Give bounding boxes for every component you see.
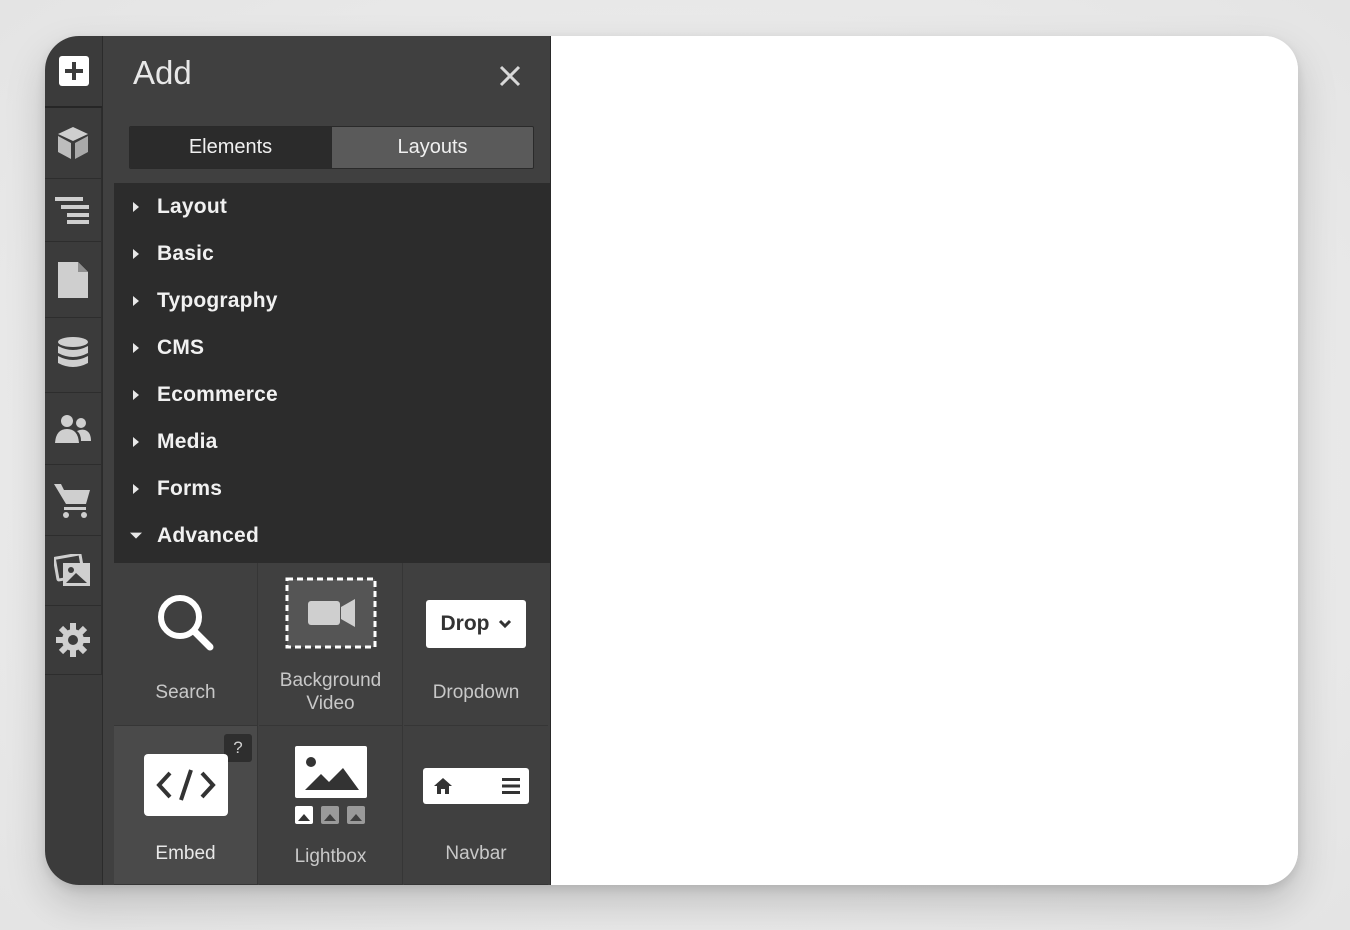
caret-right-icon — [130, 248, 142, 260]
lightbox-icon — [294, 746, 367, 824]
element-background-video[interactable]: Background Video — [259, 563, 403, 726]
home-icon — [434, 778, 452, 794]
category-label: CMS — [157, 335, 205, 359]
gear-icon — [56, 623, 90, 657]
panel-header: Add — [114, 36, 550, 116]
element-grid: Search Background Video Drop Dropdown ? … — [114, 563, 550, 885]
category-forms[interactable]: Forms — [114, 465, 550, 512]
element-label: Lightbox — [294, 846, 367, 867]
caret-right-icon — [130, 389, 142, 401]
caret-down-icon — [130, 530, 142, 542]
components-button[interactable] — [45, 108, 102, 179]
navigator-icon — [55, 197, 89, 224]
category-layout[interactable]: Layout — [114, 183, 550, 230]
caret-right-icon — [130, 295, 142, 307]
cms-button[interactable] — [45, 318, 102, 393]
chevron-down-icon — [498, 619, 511, 629]
category-basic[interactable]: Basic — [114, 230, 550, 277]
element-search[interactable]: Search — [114, 563, 258, 726]
design-canvas[interactable] — [551, 36, 1298, 885]
video-icon — [285, 577, 376, 649]
navbar-icon — [423, 768, 529, 804]
app-window: Add Elements Layouts Layout Basic Typogr… — [45, 36, 1298, 885]
element-label: Navbar — [445, 843, 507, 864]
assets-button[interactable] — [45, 536, 102, 606]
category-typography[interactable]: Typography — [114, 277, 550, 324]
element-lightbox[interactable]: Lightbox — [259, 726, 403, 885]
users-button[interactable] — [45, 393, 102, 465]
caret-right-icon — [130, 436, 142, 448]
pages-button[interactable] — [45, 242, 102, 318]
users-icon — [55, 414, 91, 443]
tab-layouts[interactable]: Layouts — [331, 127, 533, 168]
element-navbar[interactable]: Navbar — [404, 726, 548, 885]
menu-icon — [502, 778, 520, 794]
search-icon — [157, 595, 213, 651]
category-label: Typography — [157, 288, 278, 312]
category-label: Media — [157, 429, 218, 453]
element-label: Embed — [155, 843, 216, 864]
category-label: Basic — [157, 241, 215, 265]
plus-icon — [58, 56, 89, 86]
caret-right-icon — [130, 342, 142, 354]
navigator-button[interactable] — [45, 179, 102, 242]
element-label: Background Video — [279, 670, 382, 714]
page-icon — [58, 261, 88, 298]
category-list: Layout Basic Typography CMS Ecommerce Me… — [114, 183, 550, 563]
add-panel-button[interactable] — [45, 36, 102, 108]
element-dropdown[interactable]: Drop Dropdown — [404, 563, 548, 726]
category-label: Forms — [157, 476, 223, 500]
category-advanced[interactable]: Advanced — [114, 512, 550, 559]
add-panel: Add Elements Layouts Layout Basic Typogr… — [114, 36, 551, 885]
category-ecommerce[interactable]: Ecommerce — [114, 371, 550, 418]
close-icon — [499, 65, 521, 87]
database-icon — [58, 337, 88, 367]
desktop-background: Add Elements Layouts Layout Basic Typogr… — [0, 0, 1350, 930]
left-toolbar — [45, 36, 116, 885]
element-label: Dropdown — [432, 682, 520, 703]
images-icon — [54, 553, 90, 586]
close-button[interactable] — [492, 58, 528, 94]
category-label: Advanced — [157, 523, 259, 547]
caret-right-icon — [130, 483, 142, 495]
category-media[interactable]: Media — [114, 418, 550, 465]
panel-tabs: Elements Layouts — [129, 126, 534, 169]
category-label: Layout — [157, 194, 228, 218]
ecommerce-button[interactable] — [45, 465, 102, 536]
caret-right-icon — [130, 201, 142, 213]
category-label: Ecommerce — [157, 382, 278, 406]
cube-icon — [58, 127, 88, 159]
element-embed[interactable]: ? Embed — [114, 726, 258, 885]
tab-elements[interactable]: Elements — [130, 127, 331, 168]
panel-title: Add — [133, 54, 192, 91]
settings-button[interactable] — [45, 606, 102, 675]
element-label: Search — [155, 682, 216, 703]
cart-icon — [54, 484, 90, 518]
category-cms[interactable]: CMS — [114, 324, 550, 371]
dropdown-icon: Drop — [426, 600, 526, 648]
code-icon — [143, 754, 228, 816]
